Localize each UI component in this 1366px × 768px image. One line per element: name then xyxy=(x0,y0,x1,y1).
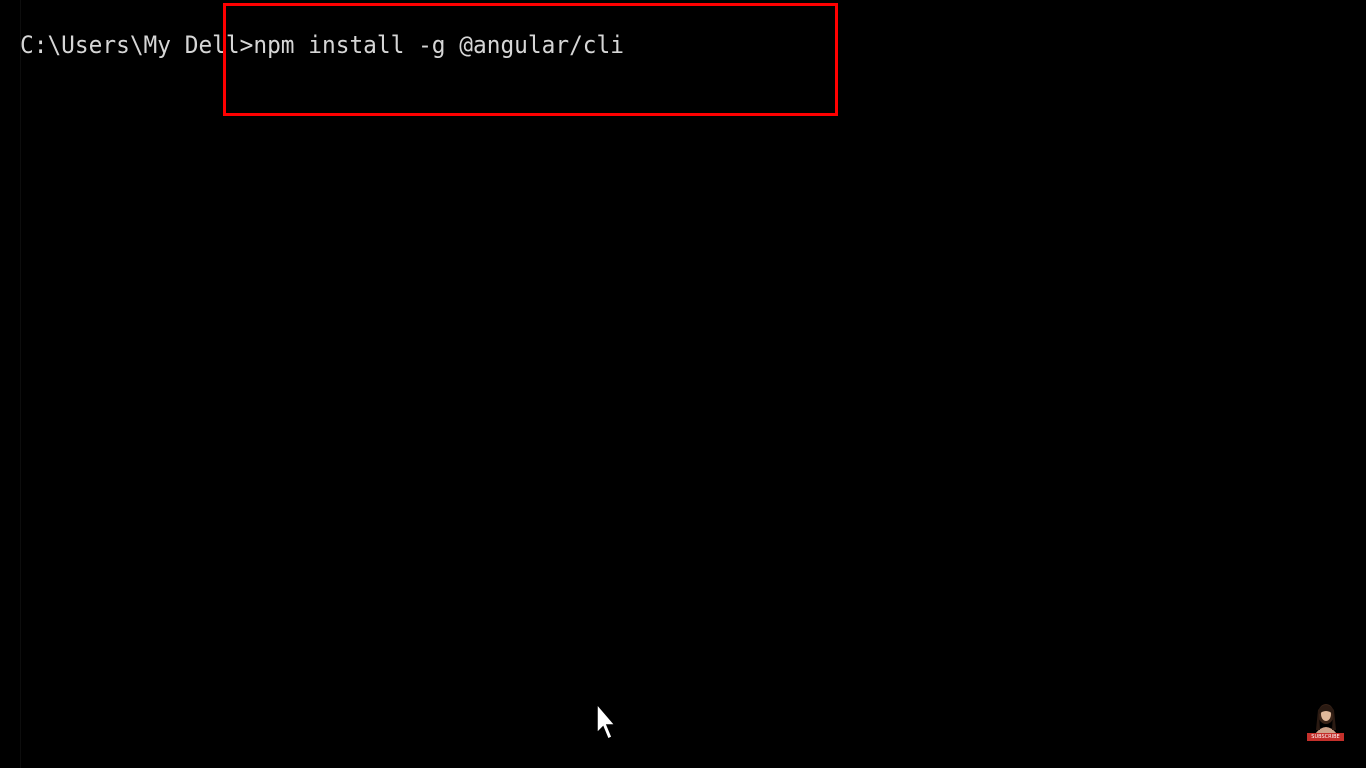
subscribe-badge[interactable]: SUBSCRIBE xyxy=(1307,733,1344,741)
command-highlight-box xyxy=(223,3,838,116)
mouse-pointer-icon xyxy=(596,703,616,741)
window-edge xyxy=(20,0,21,768)
command-prompt: C:\Users\My Dell> xyxy=(20,31,254,59)
terminal-window[interactable]: C:\Users\My Dell>npm install -g @angular… xyxy=(0,0,1366,768)
